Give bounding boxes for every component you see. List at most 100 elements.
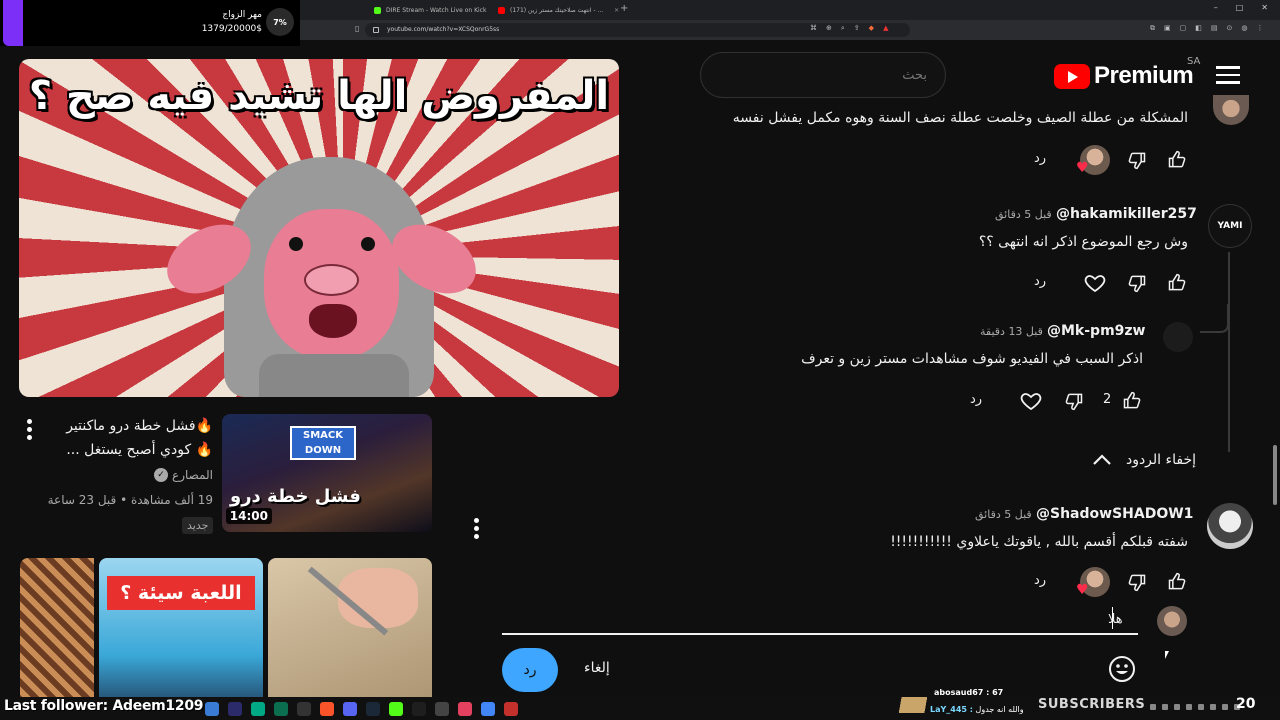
submit-reply-button[interactable]: رد (502, 648, 558, 692)
goal-accent (3, 0, 23, 46)
close-window-icon[interactable]: ✕ (1261, 3, 1268, 12)
comment-text: اذكر السبب في الفيديو شوف مشاهدات مستر ز… (801, 351, 1143, 367)
menu-dots-icon[interactable]: ⋮ (1256, 24, 1263, 33)
character-snout (304, 264, 359, 296)
my-avatar (1157, 606, 1187, 636)
premiere-icon[interactable] (228, 702, 242, 716)
comment-time[interactable]: قبل 5 دقائق (995, 208, 1052, 221)
tab-kick-stream[interactable]: DIRE Stream - Watch Live on Kick ✕ (368, 2, 508, 18)
maximize-icon[interactable]: □ (1236, 3, 1244, 12)
suggested-thumbnail[interactable] (20, 558, 94, 720)
heart-icon[interactable] (1083, 271, 1107, 295)
extension-icon[interactable]: ▢ (1180, 24, 1187, 33)
chrome-icon[interactable] (481, 702, 495, 716)
region-code: SA (1187, 56, 1201, 67)
tab-youtube[interactable]: (171) انتهت صلاحيتك مستر زين - ... ✕ (492, 2, 625, 18)
reply-button[interactable]: رد (1034, 573, 1046, 588)
comment-author[interactable]: @ShadowSHADOW1 (1036, 506, 1193, 522)
like-icon[interactable] (1167, 150, 1187, 170)
cancel-button[interactable]: إلغاء (584, 660, 610, 676)
extension-icon[interactable]: ▣ (1164, 24, 1171, 33)
url-text: youtube.com/watch?v=XCSQonrG5ss (387, 26, 500, 33)
extensions-area: ⧉ ▣ ▢ ◧ ▤ ⊙ ◍ ⋮ (1150, 24, 1263, 33)
heart-icon[interactable] (1019, 389, 1043, 413)
avatar[interactable]: YAMI (1208, 204, 1252, 248)
minimize-icon[interactable]: – (1214, 3, 1218, 12)
app-icon[interactable] (274, 702, 288, 716)
comment-author[interactable]: @hakamikiller257 (1056, 206, 1197, 222)
comment-time[interactable]: قبل 13 دقيقة (980, 325, 1043, 338)
scrollbar-thumb[interactable] (1273, 445, 1277, 505)
avatar[interactable] (1207, 503, 1253, 549)
avatar[interactable] (1163, 322, 1193, 352)
extension-icon[interactable]: ◧ (1195, 24, 1202, 33)
heart-icon: ♥ (1076, 160, 1089, 176)
video-duration: 14:00 (225, 508, 272, 524)
chat-text: والله انه جدول (975, 705, 1024, 714)
text-caret (1112, 607, 1113, 629)
app-icon[interactable] (458, 702, 472, 716)
brave-shield-icon[interactable]: ◆ (869, 24, 874, 33)
like-icon[interactable] (1167, 273, 1187, 293)
dislike-icon[interactable] (1127, 273, 1147, 293)
steam-icon[interactable] (366, 702, 380, 716)
kick-icon (374, 6, 381, 14)
extension-icon[interactable]: ▤ (1211, 24, 1218, 33)
like-icon[interactable] (1167, 572, 1187, 592)
more-actions-icon[interactable] (474, 518, 480, 539)
suggested-thumbnail[interactable] (268, 558, 432, 720)
app-icon[interactable] (435, 702, 449, 716)
suggested-channel[interactable]: ✓ المصارع (100, 468, 213, 482)
kick-icon[interactable] (389, 702, 403, 716)
dislike-icon[interactable] (1127, 572, 1147, 592)
reply-button[interactable]: رد (970, 392, 982, 407)
search-icon[interactable]: ⌕ (841, 24, 845, 33)
avatar[interactable] (1213, 95, 1249, 125)
comment-author[interactable]: @Mk-pm9zw (1047, 323, 1146, 339)
translate-icon[interactable]: ⌘ (810, 24, 817, 33)
hamburger-menu-icon[interactable] (1216, 66, 1240, 84)
comment-time[interactable]: قبل 5 دقائق (975, 508, 1032, 521)
extension-icon[interactable]: ⊙ (1227, 24, 1233, 33)
app-icon[interactable] (412, 702, 426, 716)
emoji-icon[interactable] (1108, 655, 1136, 683)
youtube-premium-logo[interactable]: Premium (1054, 62, 1194, 90)
thread-line (1228, 252, 1230, 452)
app-icon[interactable] (205, 702, 219, 716)
app-icon[interactable] (297, 702, 311, 716)
zoom-icon[interactable]: ⊕ (826, 24, 832, 33)
rewards-icon[interactable]: ▲ (883, 24, 888, 33)
suggested-video-title[interactable]: 🔥فشل خطة درو ماكنتير 🔥 كودي أصبح يستغل .… (60, 414, 213, 462)
chat-message: abosaud67 : 67 (934, 688, 1004, 697)
creator-heart-badge: ♥ (1076, 145, 1112, 177)
character-eye (361, 237, 375, 251)
more-actions-icon[interactable] (27, 419, 33, 440)
reply-button[interactable]: رد (1034, 151, 1046, 166)
brave-icon[interactable] (320, 702, 334, 716)
reply-button[interactable]: رد (1034, 274, 1046, 289)
discord-icon[interactable] (343, 702, 357, 716)
close-icon[interactable]: ✕ (614, 7, 619, 14)
extension-icon[interactable]: ⧉ (1150, 24, 1155, 33)
video-player[interactable]: المفروض الها تشيد فيه صح ؟ (19, 59, 619, 397)
goal-title: مهر الزواج (222, 10, 262, 20)
suggested-thumbnail[interactable]: SMACK DOWN فشل خطة درو 14:00 (222, 414, 432, 532)
profile-icon[interactable]: ◍ (1241, 24, 1247, 33)
smackdown-logo: SMACK DOWN (290, 426, 356, 460)
new-tab-button[interactable]: + (620, 3, 628, 14)
share-icon[interactable]: ⇪ (854, 24, 860, 33)
reply-input[interactable]: هلا (1108, 612, 1123, 627)
search-input[interactable]: بحث (700, 52, 946, 98)
taskbar-apps (205, 702, 518, 716)
channel-name: المصارع (172, 468, 213, 482)
subscriber-count: 20 (1236, 696, 1256, 712)
whatsapp-icon[interactable] (251, 702, 265, 716)
bookmark-icon[interactable]: ▯ (355, 24, 359, 33)
suggested-thumbnail[interactable]: اللعبة سيئة ؟ (99, 558, 263, 720)
hide-replies-button[interactable]: إخفاء الردود (1086, 450, 1196, 470)
like-icon[interactable] (1122, 391, 1142, 411)
dislike-icon[interactable] (1064, 391, 1084, 411)
dislike-icon[interactable] (1127, 150, 1147, 170)
app-icon[interactable] (504, 702, 518, 716)
lock-icon (373, 27, 379, 33)
